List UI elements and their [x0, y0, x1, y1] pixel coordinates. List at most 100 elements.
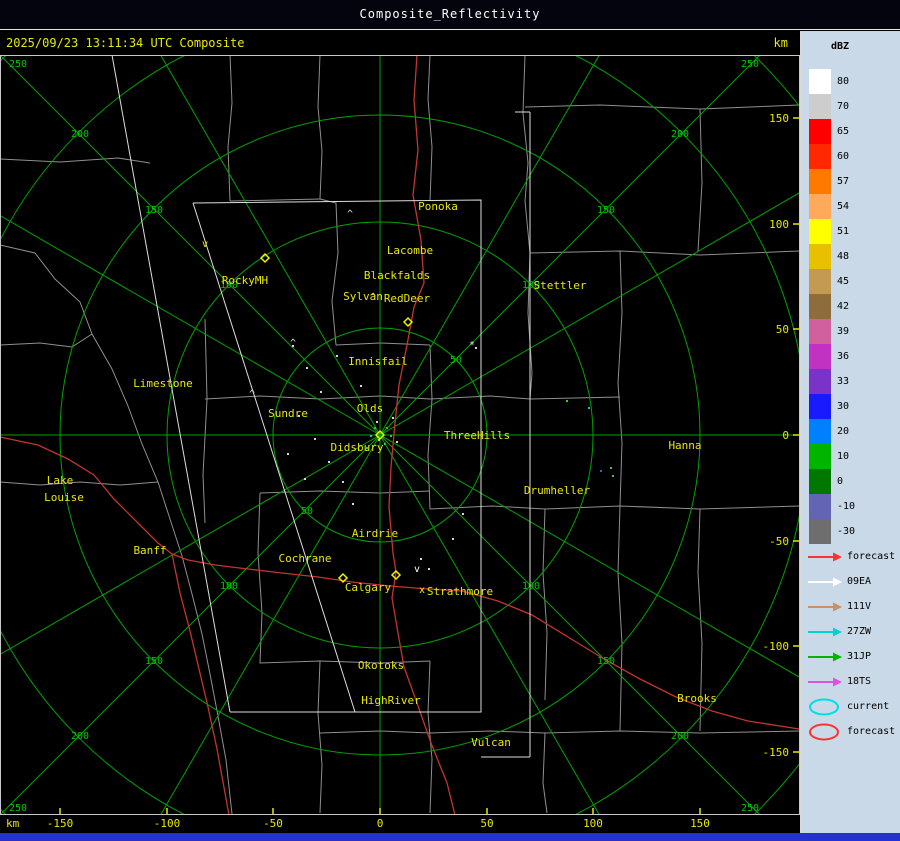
axis-bottom-label: -50 — [263, 817, 283, 830]
city-label: HighRiver — [361, 694, 421, 707]
city-label: Brooks — [677, 692, 717, 705]
city-label: Lacombe — [387, 244, 433, 257]
county-boundary — [317, 660, 323, 814]
radar-echo-dot — [352, 503, 354, 505]
legend-item: 31JP — [801, 644, 900, 669]
axis-bottom-label: -150 — [46, 817, 74, 830]
colorbar-value-label: 80 — [837, 76, 850, 87]
colorbar-unit-label: dBZ — [831, 41, 850, 52]
range-ring-label: 150 — [597, 205, 615, 216]
colorbar-level: 33 — [801, 369, 900, 394]
colorbar-swatch — [809, 94, 831, 119]
colorbar-value-label: 54 — [837, 201, 850, 212]
legend-items: forecast 09EA 111V 27ZW 31JP 18TS current forec… — [801, 544, 900, 744]
colorbar-swatch — [809, 69, 831, 94]
colorbar-value-label: 36 — [837, 351, 850, 362]
legend-label: 31JP — [847, 651, 872, 662]
axis-bottom-label: -100 — [153, 817, 181, 830]
map-glyph-marker: ^ — [290, 338, 296, 349]
axis-bottom-label: 150 — [690, 817, 710, 830]
radar-echo-dot — [386, 427, 388, 429]
colorbar-level: 0 — [801, 469, 900, 494]
radar-echo-dot — [392, 417, 394, 419]
colorbar-swatch — [809, 119, 831, 144]
city-label: Olds — [357, 402, 384, 415]
city-label: Vulcan — [471, 736, 511, 749]
radar-map-svg[interactable]: vv^^^*x^50100150200250100150200250501001… — [0, 55, 800, 815]
county-boundary — [524, 104, 800, 110]
radar-echo-dot — [374, 427, 376, 429]
colorbar-swatch — [809, 394, 831, 419]
legend-label: 18TS — [847, 676, 872, 687]
axis-bottom-label: 0 — [376, 817, 384, 830]
azimuth-spoke — [379, 434, 800, 679]
colorbar-level: 36 — [801, 344, 900, 369]
county-boundary — [529, 250, 800, 256]
forecast-arrow-icon — [808, 552, 842, 561]
colorbar-swatch — [809, 294, 831, 319]
county-boundary — [542, 732, 548, 814]
map-glyph-marker: v — [202, 239, 208, 250]
radar-echo-dot — [452, 538, 454, 540]
city-label: RedDeer — [384, 292, 431, 305]
county-boundary — [427, 55, 433, 202]
radar-map-viewport[interactable]: v v ^ ^ ^ * x ^ 50 100 150 200 250 100 150 200 250 50 100 1… — [0, 55, 800, 815]
radar-echo-dot — [566, 400, 568, 402]
colorbar-value-label: 60 — [837, 151, 850, 162]
colorbar-level: 48 — [801, 244, 900, 269]
city-label: Louise — [44, 491, 84, 504]
range-ring-label: 250 — [9, 59, 27, 70]
range-ring-label: 200 — [71, 129, 89, 140]
axis-right-label: 150 — [769, 112, 789, 125]
colorbar-level: 10 — [801, 444, 900, 469]
colorbar-value-label: 70 — [837, 101, 850, 112]
colorbar-value-label: 45 — [837, 276, 850, 287]
map-glyph-marker: ^ — [347, 209, 353, 220]
radar-echo-dot — [390, 435, 392, 437]
colorbar-level: 39 — [801, 319, 900, 344]
colorbar-level: -10 — [801, 494, 900, 519]
city-label: Cochrane — [279, 552, 332, 565]
colorbar-level: 30 — [801, 394, 900, 419]
colorbar-level: 20 — [801, 419, 900, 444]
city-label: Okotoks — [358, 659, 404, 672]
colorbar-swatch — [809, 444, 831, 469]
map-glyph-marker: v — [414, 564, 420, 575]
radar-echo-dot — [396, 441, 398, 443]
site-31jp-arrow-icon — [808, 652, 842, 661]
city-label: Airdrie — [352, 527, 398, 540]
azimuth-spoke — [379, 191, 800, 436]
city-label: Banff — [133, 544, 166, 557]
radar-echo-dot — [612, 475, 614, 477]
colorbar-swatch — [809, 319, 831, 344]
county-boundary — [542, 508, 548, 701]
county-boundary — [0, 481, 159, 486]
legend-item: forecast — [801, 719, 900, 744]
colorbar-value-label: 33 — [837, 376, 850, 387]
colorbar-swatch — [809, 244, 831, 269]
range-ring-label: 200 — [671, 129, 689, 140]
range-ring-label: 150 — [145, 656, 163, 667]
axis-bottom-label: 50 — [480, 817, 494, 830]
highway-line — [171, 553, 230, 815]
legend-item: 18TS — [801, 669, 900, 694]
range-ring-label: 200 — [671, 731, 689, 742]
bottom-scrollbar-strip[interactable] — [0, 833, 900, 841]
colorbar-value-label: 57 — [837, 176, 850, 187]
city-label: Lake — [47, 474, 74, 487]
current-storm-ellipse-icon — [809, 698, 839, 715]
legend-label: current — [847, 701, 890, 712]
county-boundary — [429, 505, 800, 510]
legend-item: current — [801, 694, 900, 719]
range-ring-label: 50 — [301, 506, 313, 517]
colorbar-level: 60 — [801, 144, 900, 169]
radar-echo-dot — [475, 347, 477, 349]
radar-application-window: Composite_Reflectivity 2025/09/23 13:11:… — [0, 0, 900, 841]
colorbar-value-label: 20 — [837, 426, 850, 437]
radar-echo-dot — [320, 391, 322, 393]
map-glyph-marker: ^ — [249, 389, 255, 400]
city-label: Hanna — [668, 439, 701, 452]
map-glyph-marker: * — [469, 340, 475, 351]
colorbar-value-label: 48 — [837, 251, 850, 262]
county-boundary — [617, 505, 623, 732]
